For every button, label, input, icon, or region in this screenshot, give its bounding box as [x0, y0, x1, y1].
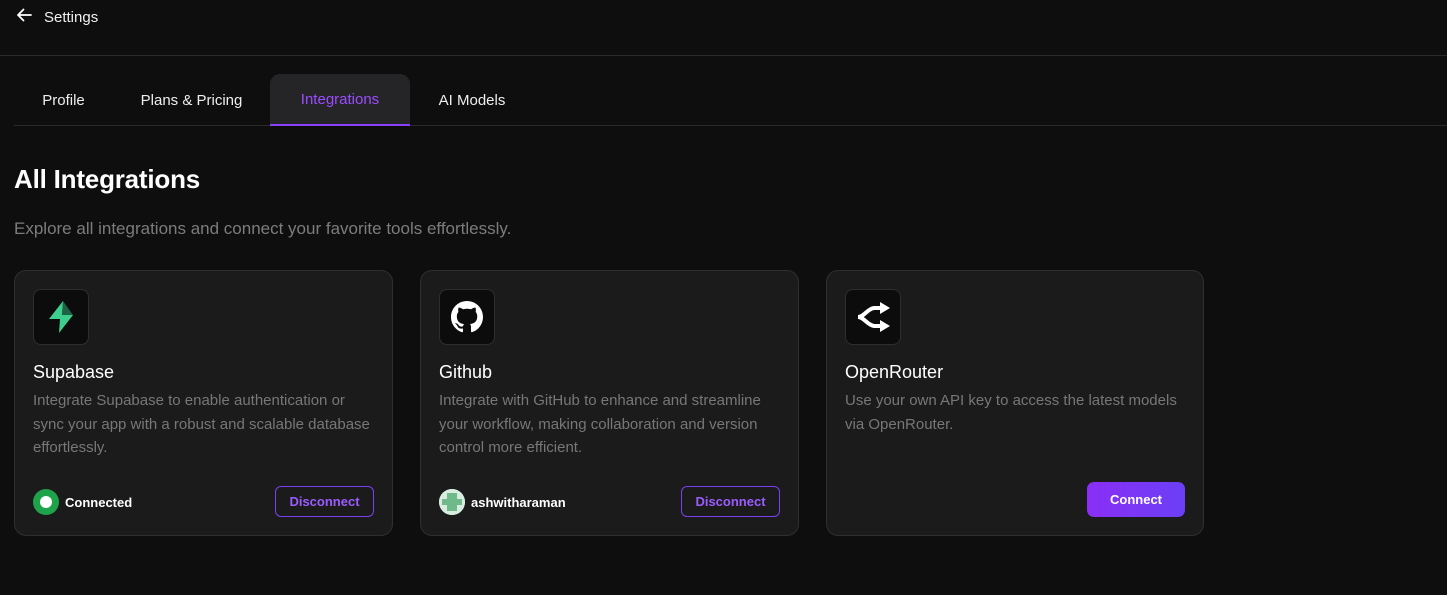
integration-card-supabase: Supabase Integrate Supabase to enable au…	[14, 270, 393, 536]
integration-card-openrouter: OpenRouter Use your own API key to acces…	[826, 270, 1204, 536]
disconnect-button[interactable]: Disconnect	[275, 486, 374, 517]
top-bar: Settings	[0, 0, 1447, 56]
section-subtitle: Explore all integrations and connect you…	[14, 219, 512, 238]
supabase-logo-icon	[33, 289, 89, 345]
github-username: ashwitharaman	[471, 494, 566, 510]
avatar	[439, 489, 465, 515]
tab-integrations[interactable]: Integrations	[270, 74, 410, 126]
integration-description: Integrate with GitHub to enhance and str…	[439, 392, 761, 456]
disconnect-button[interactable]: Disconnect	[681, 486, 780, 517]
openrouter-logo-icon	[845, 289, 901, 345]
settings-tabs: Profile Plans & Pricing Integrations AI …	[14, 74, 1447, 126]
integration-name: OpenRouter	[845, 362, 944, 382]
tab-plans-pricing[interactable]: Plans & Pricing	[121, 74, 262, 126]
connection-status: Connected	[33, 489, 132, 515]
integration-name: Supabase	[33, 362, 115, 382]
connected-icon	[33, 489, 59, 515]
tab-profile[interactable]: Profile	[14, 74, 113, 126]
connected-account: ashwitharaman	[439, 489, 566, 515]
status-label: Connected	[65, 494, 133, 510]
integration-description: Use your own API key to access the lates…	[845, 392, 1177, 433]
section-title: All Integrations	[14, 164, 201, 194]
connect-button[interactable]: Connect	[1087, 482, 1185, 517]
github-logo-icon	[439, 289, 495, 345]
arrow-left-icon	[14, 5, 34, 30]
page-title: Settings	[44, 8, 99, 26]
integration-name: Github	[439, 362, 493, 382]
integration-description: Integrate Supabase to enable authenticat…	[33, 392, 370, 456]
integration-card-github: Github Integrate with GitHub to enhance …	[420, 270, 799, 536]
tab-ai-models[interactable]: AI Models	[418, 74, 526, 126]
back-button[interactable]: Settings	[14, 4, 98, 30]
